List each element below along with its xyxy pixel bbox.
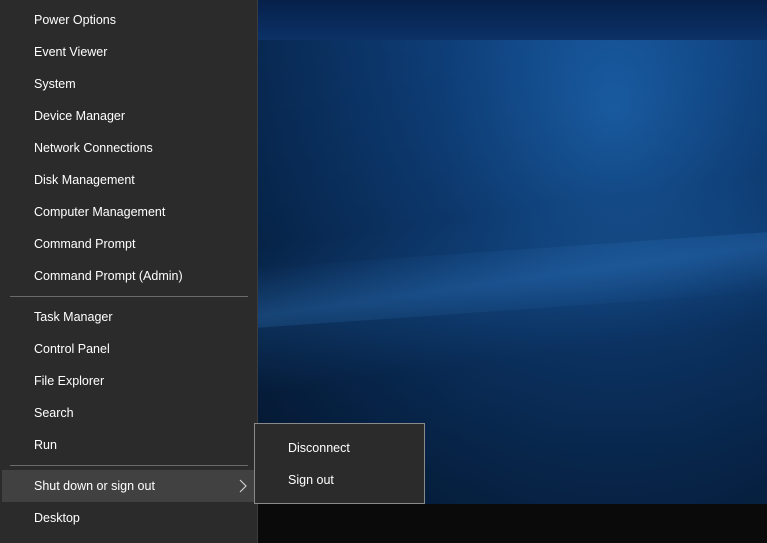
menu-item-shut-down-or-sign-out[interactable]: Shut down or sign out bbox=[2, 470, 254, 502]
menu-item-computer-management[interactable]: Computer Management bbox=[2, 196, 254, 228]
menu-item-command-prompt-admin[interactable]: Command Prompt (Admin) bbox=[2, 260, 254, 292]
desktop-top-band bbox=[258, 0, 767, 40]
desktop-light-streak bbox=[258, 232, 767, 328]
menu-item-label: Shut down or sign out bbox=[34, 479, 155, 493]
submenu-item-sign-out[interactable]: Sign out bbox=[255, 464, 424, 496]
shutdown-submenu: Disconnect Sign out bbox=[254, 423, 425, 504]
menu-separator bbox=[10, 465, 248, 466]
menu-item-power-options[interactable]: Power Options bbox=[2, 4, 254, 36]
menu-item-event-viewer[interactable]: Event Viewer bbox=[2, 36, 254, 68]
submenu-item-disconnect[interactable]: Disconnect bbox=[255, 432, 424, 464]
menu-item-network-connections[interactable]: Network Connections bbox=[2, 132, 254, 164]
menu-item-control-panel[interactable]: Control Panel bbox=[2, 333, 254, 365]
taskbar-area bbox=[258, 504, 767, 543]
menu-item-run[interactable]: Run bbox=[2, 429, 254, 461]
menu-item-task-manager[interactable]: Task Manager bbox=[2, 301, 254, 333]
power-user-menu: Power Options Event Viewer System Device… bbox=[0, 0, 258, 543]
menu-item-desktop[interactable]: Desktop bbox=[2, 502, 254, 534]
menu-item-search[interactable]: Search bbox=[2, 397, 254, 429]
menu-separator bbox=[10, 296, 248, 297]
menu-item-file-explorer[interactable]: File Explorer bbox=[2, 365, 254, 397]
menu-item-system[interactable]: System bbox=[2, 68, 254, 100]
menu-item-device-manager[interactable]: Device Manager bbox=[2, 100, 254, 132]
chevron-right-icon bbox=[239, 479, 247, 493]
menu-item-disk-management[interactable]: Disk Management bbox=[2, 164, 254, 196]
menu-item-command-prompt[interactable]: Command Prompt bbox=[2, 228, 254, 260]
